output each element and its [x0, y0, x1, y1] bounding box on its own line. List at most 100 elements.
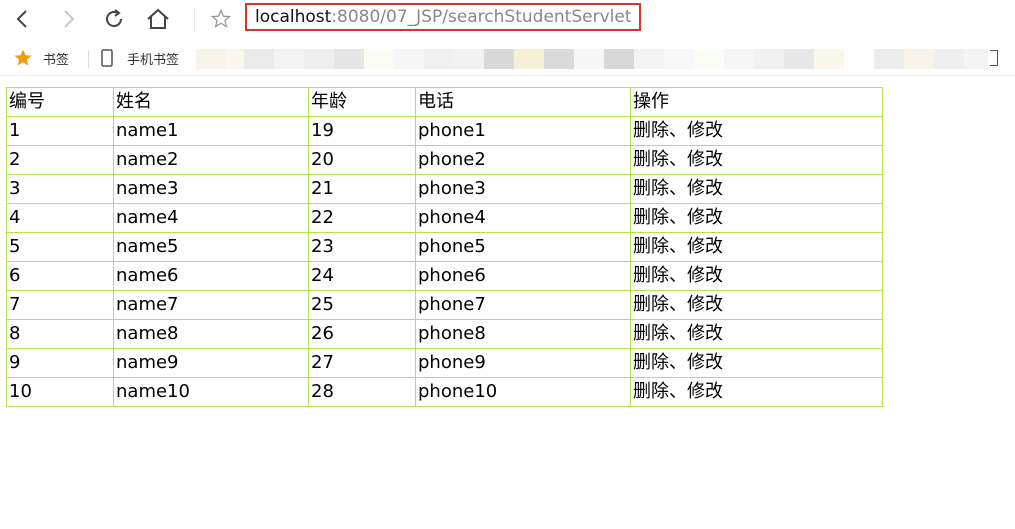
- blurred-bookmark: [394, 49, 424, 69]
- table-row: 2 name2 20 phone2 删除、修改: [6, 145, 883, 175]
- cell-age: 19: [308, 116, 416, 146]
- forward-button[interactable]: [53, 4, 83, 34]
- blurred-bookmark: [334, 49, 364, 69]
- blurred-bookmark: [304, 49, 334, 69]
- star-filled-icon: [14, 49, 32, 66]
- blurred-bookmark: [604, 49, 634, 69]
- cell-age: 28: [308, 377, 416, 407]
- phone-icon: [101, 49, 113, 67]
- cell-id: 6: [6, 261, 114, 291]
- cell-age: 20: [308, 145, 416, 175]
- blurred-bookmark: [424, 49, 454, 69]
- cell-age: 23: [308, 232, 416, 262]
- bookmark-folder[interactable]: 书签: [13, 40, 69, 76]
- cell-phone: phone4: [415, 203, 631, 233]
- table-header-row: 编号 姓名 年龄 电话 操作: [6, 87, 883, 117]
- header-name: 姓名: [113, 87, 309, 117]
- cell-name: name9: [113, 348, 309, 378]
- blurred-bookmark: [454, 49, 484, 69]
- mobile-bookmarks[interactable]: 手机书签: [101, 40, 179, 76]
- blurred-bookmark: [196, 49, 226, 69]
- cell-phone: phone7: [415, 290, 631, 320]
- header-age: 年龄: [308, 87, 416, 117]
- blurred-bookmark: [784, 49, 814, 69]
- cell-age: 25: [308, 290, 416, 320]
- cell-action: 删除、修改: [630, 145, 883, 175]
- cell-age: 24: [308, 261, 416, 291]
- blurred-bookmark: [814, 49, 844, 69]
- table-row: 4 name4 22 phone4 删除、修改: [6, 203, 883, 233]
- cell-phone: phone1: [415, 116, 631, 146]
- blurred-bookmark: [226, 49, 244, 69]
- cell-phone: phone5: [415, 232, 631, 262]
- cell-id: 3: [6, 174, 114, 204]
- cell-id: 8: [6, 319, 114, 349]
- blurred-bookmark: [364, 49, 394, 69]
- cell-id: 1: [6, 116, 114, 146]
- header-phone: 电话: [415, 87, 631, 117]
- cell-action: 删除、修改: [630, 377, 883, 407]
- cell-action: 删除、修改: [630, 116, 883, 146]
- table-row: 8 name8 26 phone8 删除、修改: [6, 319, 883, 349]
- cell-name: name1: [113, 116, 309, 146]
- cell-name: name3: [113, 174, 309, 204]
- cell-id: 4: [6, 203, 114, 233]
- bookmark-folder-label: 书签: [43, 52, 70, 68]
- reload-button[interactable]: [99, 4, 129, 34]
- back-icon: [16, 10, 27, 28]
- blurred-bookmark: [694, 49, 724, 69]
- cell-action: 删除、修改: [630, 174, 883, 204]
- bookmarks-overflow-icon[interactable]: [990, 50, 998, 66]
- cell-name: name4: [113, 203, 309, 233]
- cell-id: 2: [6, 145, 114, 175]
- cell-phone: phone10: [415, 377, 631, 407]
- cell-phone: phone6: [415, 261, 631, 291]
- blurred-bookmark: [574, 49, 604, 69]
- cell-name: name7: [113, 290, 309, 320]
- student-table: 编号 姓名 年龄 电话 操作 1 name1 19 phone1 删除、修改 2 name…: [6, 87, 883, 407]
- table-row: 10 name10 28 phone10 删除、修改: [6, 377, 883, 407]
- blurred-bookmark: [874, 49, 904, 69]
- cell-action: 删除、修改: [630, 261, 883, 291]
- blurred-bookmark: [634, 49, 664, 69]
- blurred-bookmark: [724, 49, 754, 69]
- address-bar[interactable]: localhost:8080/07_JSP/searchStudentServl…: [245, 3, 641, 31]
- star-outline-icon: [211, 9, 231, 28]
- cell-name: name2: [113, 145, 309, 175]
- forward-icon: [64, 10, 75, 28]
- cell-age: 22: [308, 203, 416, 233]
- header-action: 操作: [630, 87, 883, 117]
- address-path: :8080/07_JSP/searchStudentServlet: [331, 7, 632, 27]
- header-id: 编号: [6, 87, 114, 117]
- table-body: 1 name1 19 phone1 删除、修改 2 name2 20 phone2 删除、修改 …: [6, 116, 883, 407]
- back-button[interactable]: [8, 4, 38, 34]
- cell-phone: phone9: [415, 348, 631, 378]
- blurred-bookmark: [484, 49, 514, 69]
- cell-phone: phone2: [415, 145, 631, 175]
- cell-phone: phone3: [415, 174, 631, 204]
- toolbar-divider: [194, 8, 195, 32]
- home-button[interactable]: [143, 4, 173, 34]
- bookmarks-bar: 书签 手机书签: [0, 40, 1015, 76]
- table-row: 9 name9 27 phone9 删除、修改: [6, 348, 883, 378]
- cell-age: 21: [308, 174, 416, 204]
- cell-action: 删除、修改: [630, 319, 883, 349]
- bookmark-star-button[interactable]: [206, 4, 236, 34]
- blurred-bookmark: [904, 49, 934, 69]
- cell-age: 27: [308, 348, 416, 378]
- blurred-bookmark: [934, 49, 964, 69]
- table-row: 6 name6 24 phone6 删除、修改: [6, 261, 883, 291]
- blurred-bookmark: [244, 49, 274, 69]
- cell-id: 9: [6, 348, 114, 378]
- blurred-bookmark: [514, 49, 544, 69]
- home-icon: [147, 8, 169, 29]
- blurred-bookmark: [964, 49, 988, 69]
- cell-name: name10: [113, 377, 309, 407]
- cell-id: 10: [6, 377, 114, 407]
- address-host: localhost: [255, 7, 332, 27]
- bookmarks-divider: [88, 50, 89, 68]
- blurred-bookmark: [754, 49, 784, 69]
- reload-icon: [106, 9, 122, 27]
- cell-action: 删除、修改: [630, 348, 883, 378]
- cell-name: name8: [113, 319, 309, 349]
